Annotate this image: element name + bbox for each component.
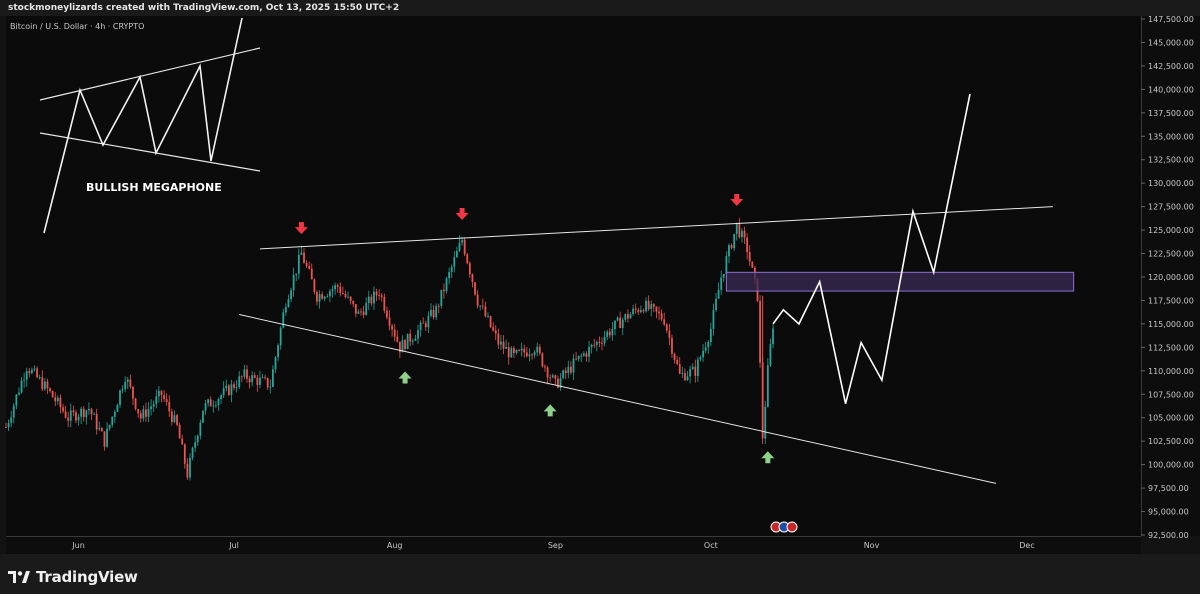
credit-text: stockmoneylizards created with TradingVi… [8, 3, 400, 13]
symbol-label: Bitcoin / U.S. Dollar · 4h · CRYPTO [10, 22, 145, 31]
price-axis[interactable] [1141, 16, 1200, 536]
chart-area[interactable] [6, 16, 1141, 536]
top-credit-bar: stockmoneylizards created with TradingVi… [0, 0, 1200, 16]
tradingview-logo-icon [8, 571, 30, 583]
time-axis[interactable] [6, 536, 1141, 555]
footer [0, 554, 1200, 594]
brand-name: TradingView [36, 568, 138, 586]
tradingview-brand[interactable]: TradingView [8, 568, 138, 586]
